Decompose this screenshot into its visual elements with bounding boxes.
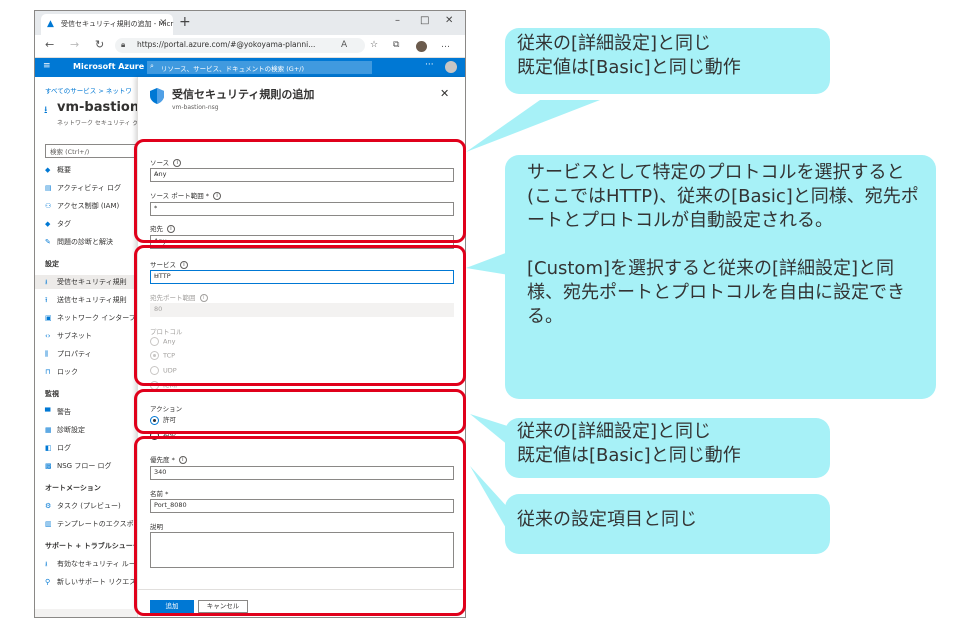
callout-service-text: サービスとして特定のプロトコルを選択すると(ここではHTTP)、従来の[Basi… [527,162,919,327]
callout-action: 従来の[詳細設定]と同じ 既定値は[Basic]と同じ動作 [505,418,830,478]
callout-service: サービスとして特定のプロトコルを選択すると(ここではHTTP)、従来の[Basi… [505,155,936,399]
callout-source-text: 従来の[詳細設定]と同じ 既定値は[Basic]と同じ動作 [517,33,741,78]
callout-other: 従来の設定項目と同じ [505,494,830,554]
callout-action-text: 従来の[詳細設定]と同じ 既定値は[Basic]と同じ動作 [517,421,741,466]
callout-source: 従来の[詳細設定]と同じ 既定値は[Basic]と同じ動作 [505,28,830,94]
callout-other-text: 従来の設定項目と同じ [517,509,697,530]
